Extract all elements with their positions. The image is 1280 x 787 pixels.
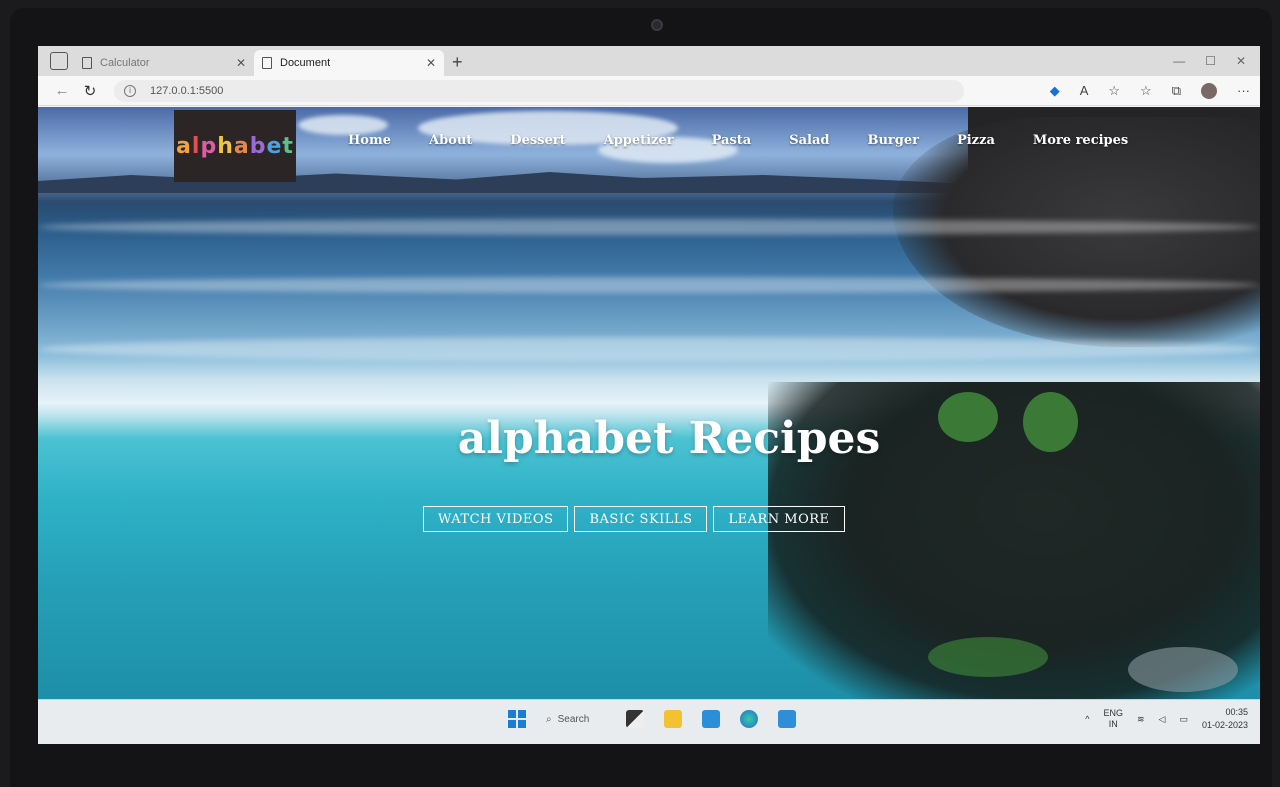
nav-pizza[interactable]: Pizza [957, 133, 995, 148]
system-tray: ^ ENG IN ≋ ◁ ▭ 00:35 01-02-2023 [1085, 706, 1248, 732]
site-logo[interactable]: alphabet [174, 110, 296, 182]
hero-buttons: WATCH VIDEOS BASIC SKILLS LEARN MORE [423, 506, 845, 532]
wave [38, 219, 1260, 235]
taskbar-apps: ⌕ Search [508, 710, 796, 728]
tab-calculator[interactable]: Calculator ✕ [74, 50, 254, 76]
more-icon[interactable]: ··· [1237, 83, 1250, 98]
tag-icon[interactable]: ◆ [1050, 83, 1060, 99]
logo-letter: a [233, 133, 250, 159]
nav-appetizer[interactable]: Appetizer [604, 133, 674, 148]
region-code: IN [1108, 719, 1118, 729]
add-favorite-icon[interactable]: ☆ [1108, 83, 1120, 99]
read-aloud-icon[interactable]: A [1080, 83, 1089, 98]
address-bar: ← ↻ i 127.0.0.1:5500 ◆ A ☆ ☆ ⧉ ··· [38, 76, 1260, 106]
nav-pasta[interactable]: Pasta [712, 133, 752, 148]
wave [38, 277, 1260, 293]
nav-home[interactable]: Home [348, 133, 391, 148]
profile-avatar[interactable] [1201, 82, 1217, 99]
screen: Calculator ✕ Document ✕ + — ☐ ✕ ← ↻ i 12… [38, 46, 1260, 744]
coral [1128, 647, 1238, 692]
logo-letter: h [217, 133, 234, 159]
site-nav: Home About Dessert Appetizer Pasta Salad… [348, 133, 1128, 148]
search-label: Search [557, 713, 590, 725]
hero-title: alphabet Recipes [457, 413, 881, 464]
wave [38, 337, 1260, 361]
tab-actions-icon[interactable] [50, 52, 68, 70]
browser-tabstrip: Calculator ✕ Document ✕ + — ☐ ✕ [38, 46, 1260, 76]
logo-letter: t [282, 133, 294, 159]
tab-title: Document [280, 57, 331, 69]
url-text: 127.0.0.1:5500 [150, 84, 224, 97]
collections-icon[interactable]: ⧉ [1172, 83, 1181, 99]
edge-browser-icon[interactable] [740, 710, 758, 728]
clock-date: 01-02-2023 [1201, 720, 1248, 730]
browser-toolbar: ◆ A ☆ ☆ ⧉ ··· [1050, 82, 1250, 99]
nav-burger[interactable]: Burger [867, 133, 919, 148]
clock[interactable]: 00:35 01-02-2023 [1202, 706, 1248, 732]
window-controls: — ☐ ✕ [1173, 54, 1260, 76]
wifi-icon[interactable]: ≋ [1137, 714, 1145, 725]
page-icon [262, 57, 272, 69]
webpage: alphabet Home About Dessert Appetizer Pa… [38, 107, 1260, 699]
battery-icon[interactable]: ▭ [1179, 714, 1188, 725]
store-icon[interactable] [702, 710, 720, 728]
lang-code: ENG [1103, 708, 1123, 718]
page-icon [82, 57, 92, 69]
tab-document[interactable]: Document ✕ [254, 50, 444, 76]
cloud [298, 115, 388, 135]
basic-skills-button[interactable]: BASIC SKILLS [574, 506, 708, 532]
clock-time: 00:35 [1225, 707, 1248, 717]
windows-start-icon[interactable] [508, 710, 526, 728]
close-window-icon[interactable]: ✕ [1236, 54, 1246, 68]
nav-dessert[interactable]: Dessert [510, 133, 565, 148]
new-tab-button[interactable]: + [452, 52, 463, 72]
back-icon[interactable]: ← [48, 82, 76, 99]
logo-letter: p [200, 133, 218, 159]
taskbar-search[interactable]: ⌕ Search [546, 714, 606, 725]
file-explorer-icon[interactable] [664, 710, 682, 728]
nav-salad[interactable]: Salad [789, 133, 829, 148]
logo-letter: e [266, 133, 283, 159]
search-icon: ⌕ [546, 713, 552, 725]
coral [928, 637, 1048, 677]
minimize-icon[interactable]: — [1173, 54, 1185, 68]
nav-about[interactable]: About [429, 133, 472, 148]
reload-icon[interactable]: ↻ [76, 82, 104, 100]
webcam [651, 19, 663, 31]
info-icon[interactable]: i [124, 84, 136, 97]
taskbar: ⌕ Search ^ ENG IN ≋ ◁ ▭ 00:35 01-02-2023 [38, 699, 1260, 744]
learn-more-button[interactable]: LEARN MORE [713, 506, 845, 532]
logo-letter: a [176, 133, 192, 159]
task-view-icon[interactable] [626, 710, 644, 728]
close-tab-icon[interactable]: ✕ [236, 56, 246, 70]
watch-videos-button[interactable]: WATCH VIDEOS [423, 506, 569, 532]
vscode-icon[interactable] [778, 710, 796, 728]
favorites-icon[interactable]: ☆ [1140, 83, 1152, 99]
nav-more-recipes[interactable]: More recipes [1033, 133, 1128, 148]
chevron-up-icon[interactable]: ^ [1085, 714, 1089, 724]
logo-letter: b [249, 133, 267, 159]
language-indicator[interactable]: ENG IN [1103, 708, 1123, 730]
maximize-icon[interactable]: ☐ [1205, 54, 1216, 68]
volume-icon[interactable]: ◁ [1159, 714, 1166, 725]
tab-title: Calculator [100, 57, 150, 69]
close-tab-icon[interactable]: ✕ [426, 56, 436, 70]
logo-letter: l [191, 133, 201, 159]
url-field[interactable]: i 127.0.0.1:5500 [114, 79, 964, 102]
